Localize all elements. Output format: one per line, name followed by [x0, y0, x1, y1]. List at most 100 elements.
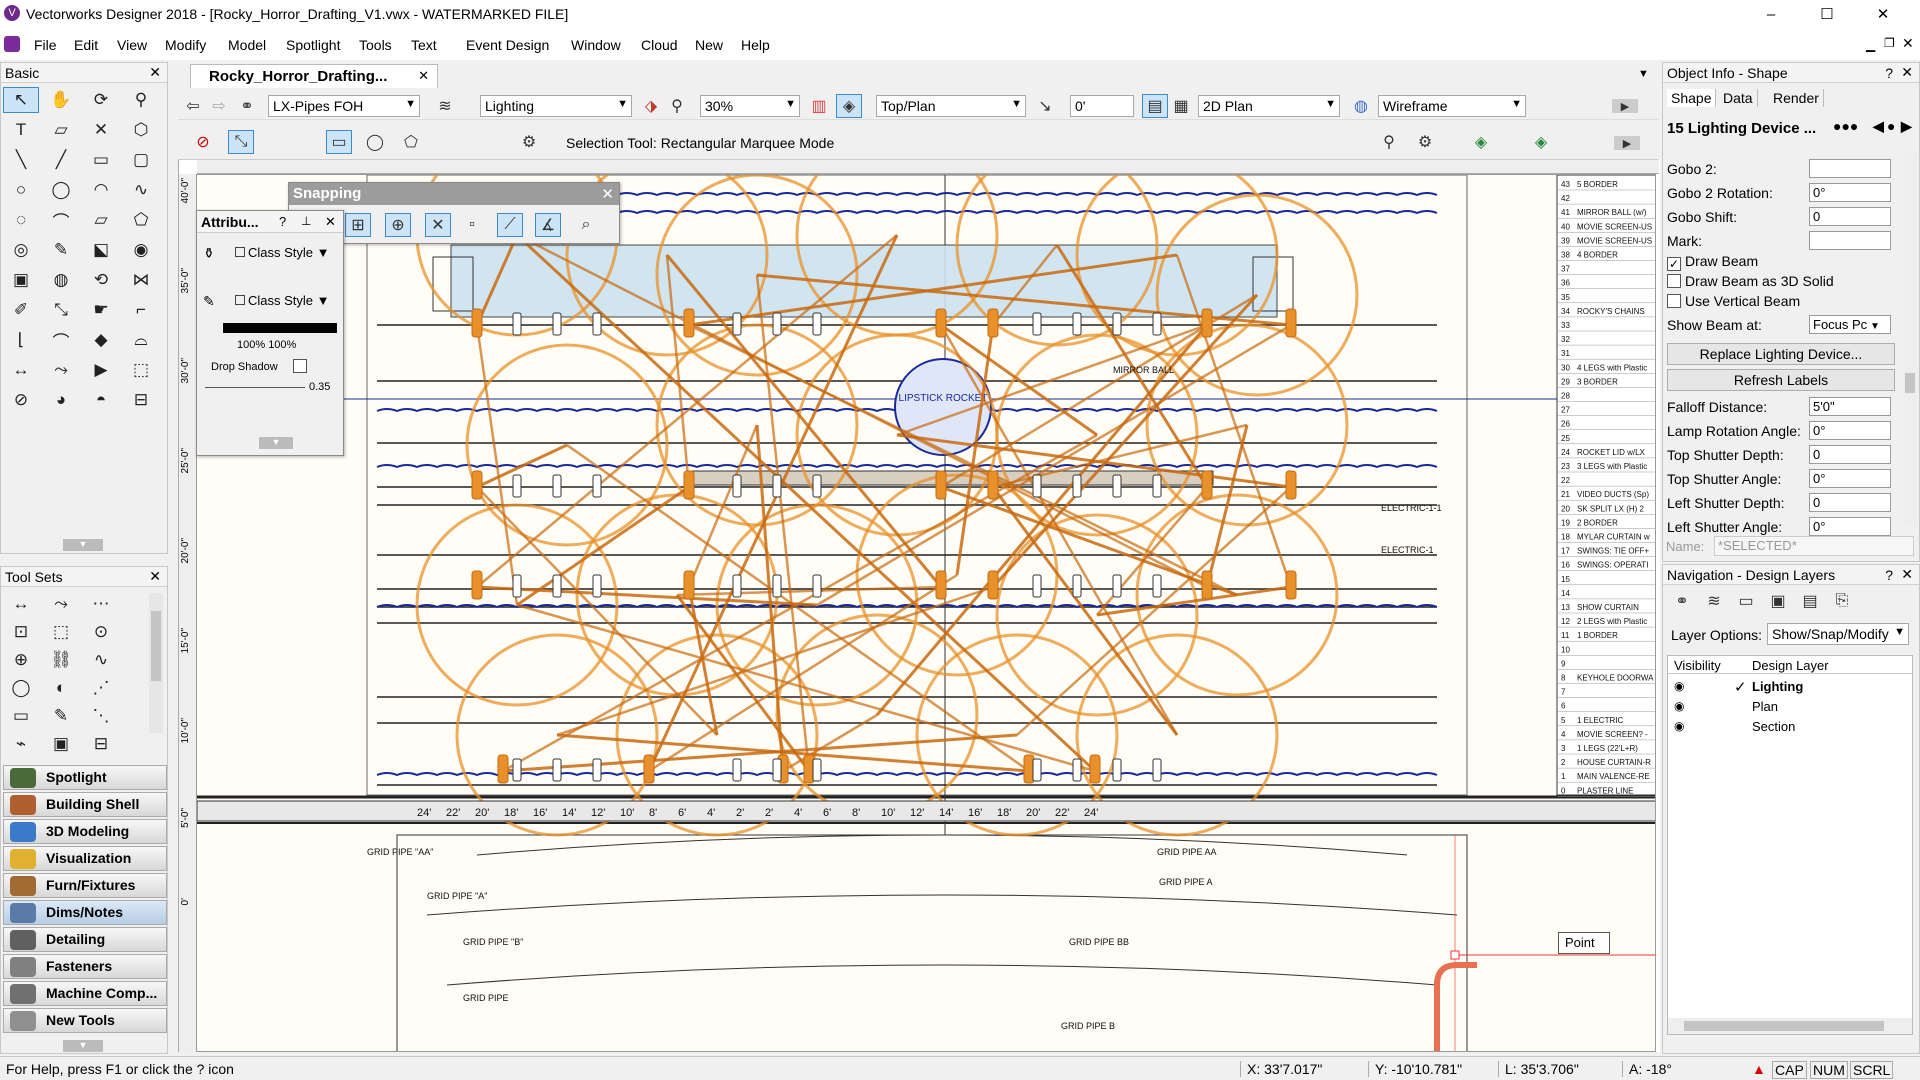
line-weight-value[interactable]: 0.35 [309, 381, 330, 393]
lighting-fixture[interactable] [471, 570, 483, 600]
app-menu-icon[interactable] [4, 36, 20, 52]
viewports-tab-icon[interactable]: ▣ [1765, 589, 1791, 613]
eraser-tool-icon[interactable]: ◆ [83, 327, 119, 353]
replace-lighting-device-button[interactable]: Replace Lighting Device... [1667, 343, 1895, 365]
spiral-tool-icon[interactable]: ◌ [3, 207, 39, 233]
layer-list-hscrollbar[interactable] [1668, 1018, 1912, 1034]
field-input[interactable]: 5'0" [1809, 397, 1891, 416]
reshape-tool-icon[interactable]: ✐ [3, 297, 39, 323]
callout-icon[interactable]: ◐ [43, 675, 79, 701]
lighting-fixture[interactable] [1089, 754, 1101, 784]
lighting-fixture[interactable] [471, 470, 483, 500]
dimension-tool-icon[interactable]: ↔ [3, 357, 39, 383]
lighting-fixture[interactable] [772, 758, 782, 782]
lighting-fixture[interactable] [732, 474, 742, 498]
projection-dropdown[interactable]: 2D Plan ▼ [1198, 95, 1340, 117]
snap-to-object-icon[interactable]: ⊕ [385, 213, 411, 237]
revision-marker-icon[interactable]: ✎ [43, 703, 79, 729]
snapping-header[interactable]: Snapping ✕ [289, 183, 619, 205]
render-mode-dropdown[interactable]: Wireframe ▼ [1378, 95, 1526, 117]
view-dropdown[interactable]: Top/Plan ▼ [876, 95, 1026, 117]
arc-tool-icon[interactable]: ◠ [83, 177, 119, 203]
double-line-tool-icon[interactable]: ╱ [43, 147, 79, 173]
menu-text[interactable]: Text [411, 37, 437, 53]
constrained-angular-dim-icon[interactable]: ⊡ [3, 619, 39, 645]
lighting-fixture[interactable] [592, 312, 602, 336]
circle-tool-icon[interactable]: ○ [3, 177, 39, 203]
toolset-fasteners[interactable]: Fasteners [3, 954, 167, 979]
tab-list-chevron-icon[interactable]: ▼ [1638, 68, 1649, 80]
rounded-rect-tool-icon[interactable]: ▢ [123, 147, 159, 173]
object-dot-icon[interactable]: ● [1887, 118, 1895, 134]
menu-cloud[interactable]: Cloud [641, 37, 678, 53]
unified-view-icon[interactable]: ▤ [1142, 94, 1168, 118]
slope-dim-icon[interactable]: ⌁ [3, 731, 39, 757]
tab-render[interactable]: Render [1769, 89, 1824, 107]
plane-icon[interactable]: ◈ [836, 94, 862, 118]
snap-to-intersection-icon[interactable]: ✕ [425, 213, 451, 237]
lighting-fixture[interactable] [1112, 574, 1122, 598]
radial-dim-icon[interactable]: ⊙ [83, 619, 119, 645]
symbol-tool-icon[interactable]: ⊟ [123, 387, 159, 413]
lighting-fixture[interactable] [592, 758, 602, 782]
lighting-fixture[interactable] [1285, 470, 1297, 500]
lighting-fixture[interactable] [1032, 474, 1042, 498]
menu-event-design[interactable]: Event Design [466, 37, 549, 53]
lighting-fixture[interactable] [935, 308, 947, 338]
design-layer-column-header[interactable]: Design Layer [1752, 658, 1829, 673]
lighting-fixture[interactable] [552, 312, 562, 336]
lighting-fixture[interactable] [592, 574, 602, 598]
checkbox[interactable] [1667, 274, 1681, 288]
lighting-fixture[interactable] [512, 574, 522, 598]
field-input[interactable]: 0 [1809, 207, 1891, 226]
basic-palette-expand-icon[interactable]: ▼ [63, 539, 103, 551]
page-boundary-icon[interactable]: ▥ [806, 94, 832, 118]
document-tab[interactable]: Rocky_Horror_Drafting... ✕ [190, 64, 438, 88]
attributes-header[interactable]: Attribu... ? ⊥ ✕ [197, 211, 343, 233]
lighting-fixture[interactable] [1112, 758, 1122, 782]
lighting-fixture[interactable] [1152, 758, 1162, 782]
grid-bubble-icon[interactable]: ▣ [43, 731, 79, 757]
field-input[interactable]: 0 [1809, 445, 1891, 464]
doc-restore-icon[interactable]: ❐ [1884, 36, 1895, 50]
eye-icon[interactable]: ◉ [1674, 679, 1684, 693]
field-input[interactable]: 0 [1809, 493, 1891, 512]
snap-loupe-icon[interactable]: ⚲ [1376, 130, 1402, 154]
protractor-tool-icon[interactable]: ⬚ [123, 357, 159, 383]
toolset-building-shell[interactable]: Building Shell [3, 792, 167, 817]
drop-shadow-checkbox[interactable] [293, 359, 307, 373]
layer-row[interactable]: ◉ Plan [1668, 698, 1912, 716]
field-input[interactable] [1809, 159, 1891, 178]
detail-callout-icon[interactable]: ⊟ [83, 731, 119, 757]
selection-tool-icon[interactable]: ↖ [3, 87, 39, 113]
wall-tool-icon[interactable]: ⤳ [43, 357, 79, 383]
lighting-fixture[interactable] [732, 758, 742, 782]
settings-gear-icon[interactable]: ⚙ [1412, 130, 1438, 154]
arc-2-tool-icon[interactable]: ⌒ [43, 207, 79, 233]
snapping-close-icon[interactable]: ✕ [601, 185, 614, 203]
attributes-expand-icon[interactable]: ▼ [259, 437, 293, 449]
lighting-fixture[interactable] [592, 474, 602, 498]
reference-marker-icon[interactable]: ⋱ [83, 703, 119, 729]
toolset-furn-fixtures[interactable]: Furn/Fixtures [3, 873, 167, 898]
menu-file[interactable]: File [34, 37, 57, 53]
lighting-fixture[interactable] [772, 474, 782, 498]
eye-icon[interactable]: ◉ [1674, 719, 1684, 733]
flyover-tool-icon[interactable]: ⟳ [83, 87, 119, 113]
prev-object-icon[interactable]: ◀ [1873, 118, 1884, 135]
alert-icon[interactable]: ▲ [1752, 1061, 1766, 1077]
refresh-labels-button[interactable]: Refresh Labels [1667, 369, 1895, 391]
constrained-linear-dim-icon[interactable]: ↔ [3, 591, 39, 617]
smart-edge-icon[interactable]: ⌕ [573, 213, 599, 237]
toolset-dims-notes[interactable]: Dims/Notes [3, 900, 167, 925]
minimize-button[interactable]: – [1748, 2, 1794, 28]
tool-bar-options-icon[interactable]: ▶ [1614, 136, 1640, 150]
smart-points-icon[interactable]: ∡ [535, 213, 561, 237]
lighting-fixture[interactable] [1032, 574, 1042, 598]
lighting-fixture[interactable] [512, 474, 522, 498]
menu-window[interactable]: Window [571, 37, 621, 53]
rotate-tool-icon[interactable]: ⟲ [83, 267, 119, 293]
tab-data[interactable]: Data [1719, 89, 1758, 107]
compass-tool-icon[interactable]: ⊘ [3, 387, 39, 413]
locus-tool-icon[interactable]: ✕ [83, 117, 119, 143]
